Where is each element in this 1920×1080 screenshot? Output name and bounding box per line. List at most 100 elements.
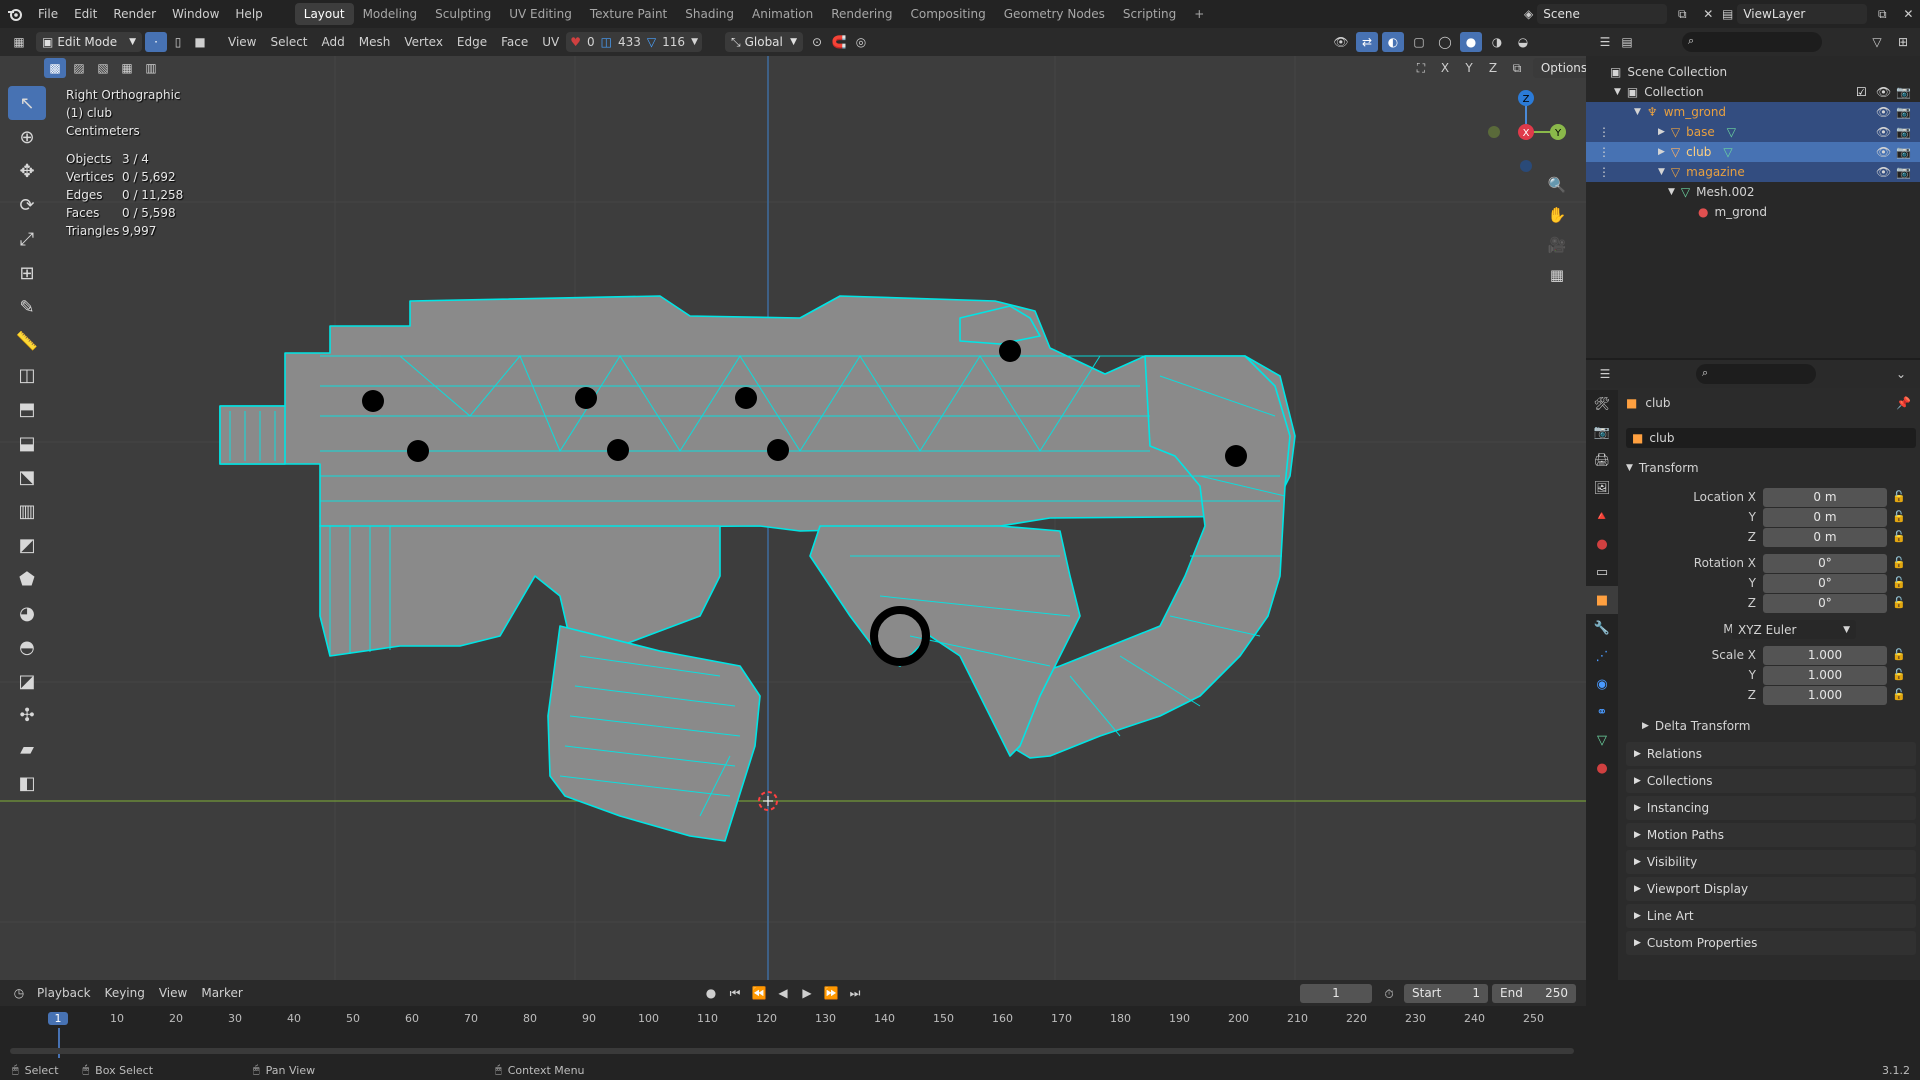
menu-keying[interactable]: Keying bbox=[98, 982, 152, 1004]
bevel-tool-icon[interactable]: ⬔ bbox=[8, 460, 46, 494]
3d-viewport[interactable]: ▩ ▨ ▧ ▦ ▥ ⛶ X Y Z ⧉ Options ↖ ⊕ ✥ ⟳ ⤢ ⊞ … bbox=[0, 56, 1586, 980]
scene-tab-icon[interactable]: 🔺 bbox=[1586, 502, 1618, 530]
outliner-search-input[interactable]: ⌕ bbox=[1682, 32, 1822, 52]
tab-shading[interactable]: Shading bbox=[676, 3, 743, 25]
checkbox-icon[interactable]: ☑ bbox=[1856, 85, 1867, 99]
tab-animation[interactable]: Animation bbox=[743, 3, 822, 25]
world-tab-icon[interactable]: ● bbox=[1586, 530, 1618, 558]
camera-icon[interactable]: 📷 bbox=[1896, 165, 1911, 179]
tab-texture-paint[interactable]: Texture Paint bbox=[581, 3, 676, 25]
menu-marker[interactable]: Marker bbox=[194, 982, 249, 1004]
pan-hand-icon[interactable]: ✋ bbox=[1544, 200, 1570, 230]
location-y-field[interactable]: 0 m bbox=[1763, 508, 1887, 527]
tab-uv-editing[interactable]: UV Editing bbox=[500, 3, 581, 25]
new-view-layer-icon[interactable]: ⧉ bbox=[1871, 4, 1893, 24]
vertex-select-icon[interactable]: ⋅ bbox=[145, 32, 167, 52]
outliner-row-scene-collection[interactable]: ▣ Scene Collection bbox=[1586, 62, 1920, 82]
timeline-scrollbar[interactable] bbox=[10, 1048, 1574, 1054]
transform-tool-icon[interactable]: ⊞ bbox=[8, 256, 46, 290]
mesh-wireframe[interactable] bbox=[0, 56, 1586, 980]
add-cube-tool-icon[interactable]: ◫ bbox=[8, 358, 46, 392]
rotation-mode-dropdown[interactable]: XYZ Euler ▼ bbox=[1732, 620, 1856, 639]
jump-start-icon[interactable]: ⏮ bbox=[724, 983, 746, 1003]
delete-scene-icon[interactable]: ✕ bbox=[1697, 4, 1719, 24]
delta-transform-header[interactable]: ▶ Delta Transform bbox=[1642, 716, 1750, 736]
modifier-tab-icon[interactable]: 🔧 bbox=[1586, 614, 1618, 642]
camera-icon[interactable]: 📷 bbox=[1896, 85, 1911, 99]
edit-mode-toggle-icon[interactable]: ⋮ bbox=[1598, 125, 1610, 139]
menu-edit[interactable]: Edit bbox=[66, 0, 105, 28]
lock-icon[interactable]: 🔓 bbox=[1892, 668, 1906, 681]
output-tab-icon[interactable]: 🖨 bbox=[1586, 446, 1618, 474]
eye-icon[interactable]: 👁 bbox=[1876, 125, 1891, 139]
camera-icon[interactable]: 📷 bbox=[1896, 145, 1911, 159]
grid-toggle-icon[interactable]: ▦ bbox=[1544, 260, 1570, 290]
tab-sculpting[interactable]: Sculpting bbox=[426, 3, 500, 25]
edge-select-icon[interactable]: ▯ bbox=[167, 32, 189, 52]
navigation-gizmo[interactable]: Z Y X bbox=[1478, 86, 1568, 176]
tab-layout[interactable]: Layout bbox=[294, 3, 354, 25]
material-tab-icon[interactable]: ● bbox=[1586, 754, 1618, 782]
lock-icon[interactable]: 🔓 bbox=[1892, 576, 1906, 589]
proportional-edit-icon[interactable]: ◎ bbox=[850, 32, 872, 52]
eye-icon[interactable]: 👁 bbox=[1876, 85, 1891, 99]
outliner-row-mesh002[interactable]: ▼ ▽ Mesh.002 bbox=[1586, 182, 1920, 202]
visibility-icon[interactable]: 👁 bbox=[1330, 32, 1352, 52]
orientation-dropdown[interactable]: ⤡ Global ▼ bbox=[724, 32, 803, 52]
chevron-down-icon[interactable]: ⌄ bbox=[1890, 364, 1912, 384]
new-collection-icon[interactable]: ⊞ bbox=[1892, 32, 1914, 52]
move-tool-icon[interactable]: ✥ bbox=[8, 154, 46, 188]
menu-edge[interactable]: Edge bbox=[450, 31, 494, 53]
lock-icon[interactable]: 🔓 bbox=[1892, 510, 1906, 523]
extrude-tool-icon[interactable]: ⬒ bbox=[8, 392, 46, 426]
zoom-icon[interactable]: 🔍 bbox=[1544, 170, 1570, 200]
physics-tab-icon[interactable]: ◉ bbox=[1586, 670, 1618, 698]
outliner-row-collection[interactable]: ▼ ▣ Collection ☑ 👁 📷 bbox=[1586, 82, 1920, 102]
line-art-panel[interactable]: ▶ Line Art bbox=[1626, 904, 1916, 928]
outliner-row-club[interactable]: ⋮ ▶ ▽ club ▽ 👁 📷 bbox=[1586, 142, 1920, 162]
inset-tool-icon[interactable]: ⬓ bbox=[8, 426, 46, 460]
material-shading-icon[interactable]: ◑ bbox=[1486, 32, 1508, 52]
custom-properties-panel[interactable]: ▶ Custom Properties bbox=[1626, 931, 1916, 955]
motion-paths-panel[interactable]: ▶ Motion Paths bbox=[1626, 823, 1916, 847]
tab-rendering[interactable]: Rendering bbox=[822, 3, 901, 25]
loop-cut-tool-icon[interactable]: ▥ bbox=[8, 494, 46, 528]
end-frame-field[interactable]: End 250 bbox=[1492, 984, 1576, 1003]
tool-tab-icon[interactable]: 🛠 bbox=[1586, 390, 1618, 418]
scale-y-field[interactable]: 1.000 bbox=[1763, 666, 1887, 685]
shear-tool-icon[interactable]: ▰ bbox=[8, 732, 46, 766]
blender-logo-icon[interactable] bbox=[0, 6, 30, 22]
outliner-row-wm-grond[interactable]: ▼ ♆ wm_grond 👁 📷 bbox=[1586, 102, 1920, 122]
outliner-editor-icon[interactable]: ☰ bbox=[1594, 32, 1616, 52]
menu-uv[interactable]: UV bbox=[535, 31, 566, 53]
current-frame-field[interactable]: 1 bbox=[1300, 984, 1372, 1003]
play-reverse-icon[interactable]: ◀ bbox=[772, 983, 794, 1003]
next-keyframe-icon[interactable]: ⏩ bbox=[820, 983, 842, 1003]
menu-vertex[interactable]: Vertex bbox=[397, 31, 450, 53]
edit-mode-toggle-icon[interactable]: ⋮ bbox=[1598, 145, 1610, 159]
properties-editor-icon[interactable]: ☰ bbox=[1594, 364, 1616, 384]
menu-view[interactable]: View bbox=[221, 31, 263, 53]
solid-shading-icon[interactable]: ● bbox=[1460, 32, 1482, 52]
filter-icon[interactable]: ▽ bbox=[1866, 32, 1888, 52]
constraints-tab-icon[interactable]: ⚭ bbox=[1586, 698, 1618, 726]
cursor-tool-icon[interactable]: ⊕ bbox=[8, 120, 46, 154]
eye-icon[interactable]: 👁 bbox=[1876, 105, 1891, 119]
tab-modeling[interactable]: Modeling bbox=[354, 3, 427, 25]
shrink-fatten-tool-icon[interactable]: ✣ bbox=[8, 698, 46, 732]
viewport-display-panel[interactable]: ▶ Viewport Display bbox=[1626, 877, 1916, 901]
rotation-x-field[interactable]: 0° bbox=[1763, 554, 1887, 573]
knife-tool-icon[interactable]: ◩ bbox=[8, 528, 46, 562]
menu-help[interactable]: Help bbox=[227, 0, 270, 28]
outliner-row-magazine[interactable]: ⋮ ▼ ▽ magazine 👁 📷 bbox=[1586, 162, 1920, 182]
pivot-icon[interactable]: ⊙ bbox=[806, 32, 828, 52]
lock-icon[interactable]: 🔓 bbox=[1892, 648, 1906, 661]
collection-tab-icon[interactable]: ▭ bbox=[1586, 558, 1618, 586]
gizmo-toggle-icon[interactable]: ⇄ bbox=[1356, 32, 1378, 52]
rip-tool-icon[interactable]: ◧ bbox=[8, 766, 46, 800]
play-icon[interactable]: ▶ bbox=[796, 983, 818, 1003]
render-tab-icon[interactable]: 📷 bbox=[1586, 418, 1618, 446]
xray-icon[interactable]: ▢ bbox=[1408, 32, 1430, 52]
relations-panel[interactable]: ▶ Relations bbox=[1626, 742, 1916, 766]
lock-icon[interactable]: 🔓 bbox=[1892, 556, 1906, 569]
